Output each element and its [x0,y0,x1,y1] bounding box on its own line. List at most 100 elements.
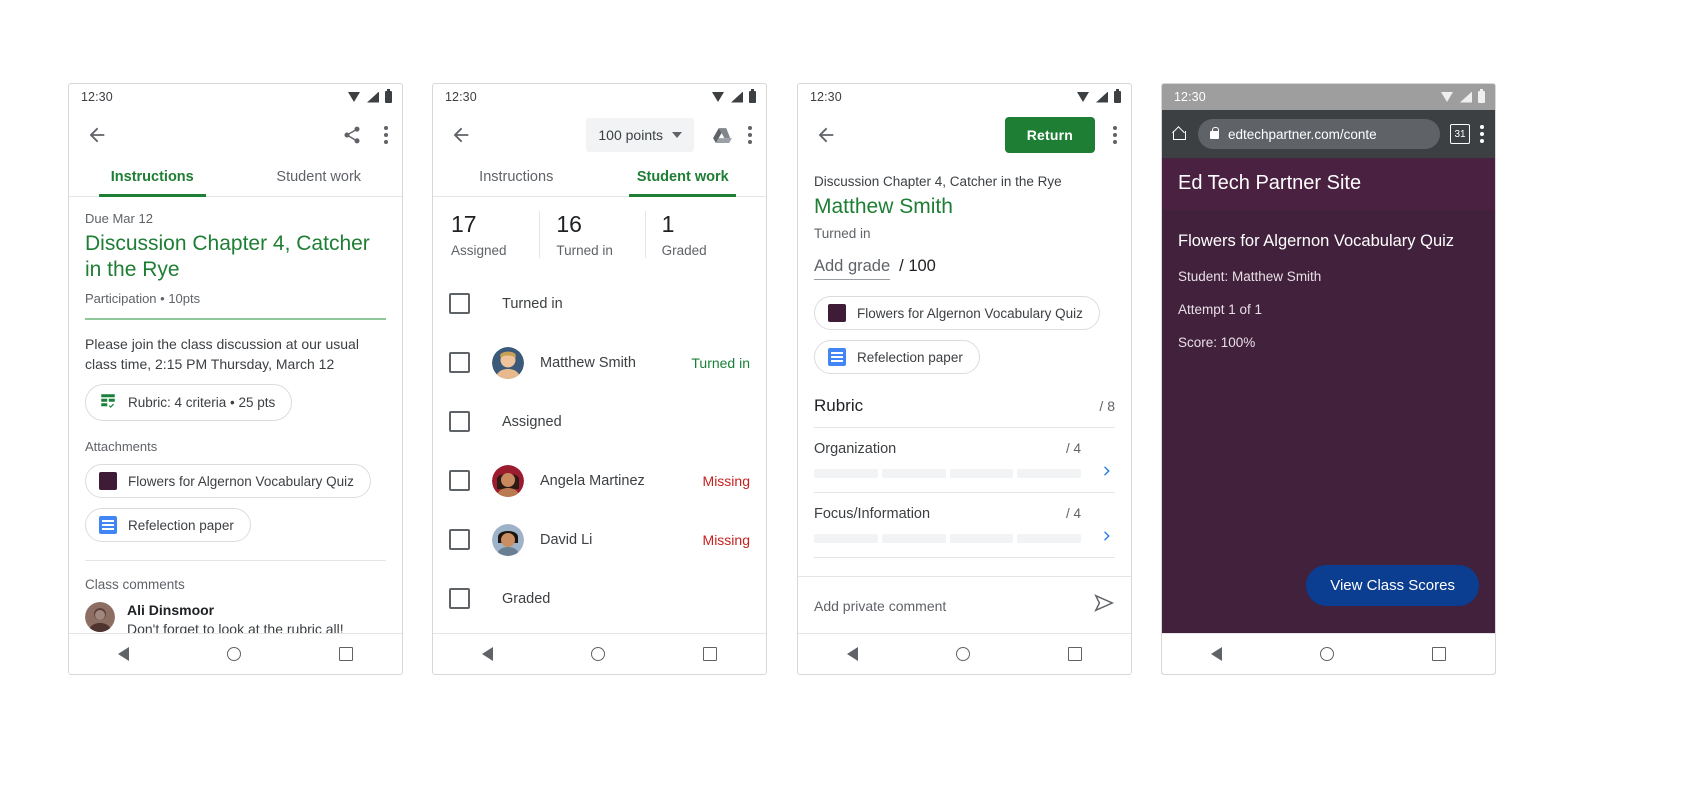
back-arrow-icon[interactable] [447,121,475,149]
home-nav-icon[interactable] [1320,647,1334,661]
tab-student-work[interactable]: Student work [236,160,403,196]
list-item[interactable]: David Li Missing [449,510,750,569]
student-name: Matthew Smith [814,195,953,218]
assignment-details: Due Mar 12 Discussion Chapter 4, Catcher… [69,211,402,639]
checkbox[interactable] [449,529,470,550]
checkbox[interactable] [449,588,470,609]
list-group-turned-in[interactable]: Turned in [449,274,750,333]
grade-total: / 100 [899,257,936,275]
status-bar: 12:30 [1162,84,1495,110]
checkbox[interactable] [449,411,470,432]
back-nav-icon[interactable] [1211,647,1222,661]
back-arrow-icon[interactable] [812,121,840,149]
attachment-reflection[interactable]: Refelection paper [814,340,980,374]
criterion-points: / 4 [1065,441,1081,456]
more-vert-icon[interactable] [748,126,752,144]
share-icon[interactable] [338,121,366,149]
wifi-icon [348,92,361,102]
back-nav-icon[interactable] [118,647,129,661]
detail-score: Score: 100% [1178,335,1256,350]
detail-student: Student: Matthew Smith [1178,269,1322,284]
criterion-levels [814,534,1115,543]
wifi-icon [1441,92,1454,102]
avatar [492,523,524,556]
app-bar: 100 points [433,110,766,160]
list-item[interactable]: Matthew Smith Turned in [449,333,750,392]
tab-instructions[interactable]: Instructions [433,160,600,196]
tab-instructions[interactable]: Instructions [69,160,236,197]
app-bar: Return [798,110,1131,160]
home-icon[interactable] [1173,127,1188,141]
back-arrow-icon[interactable] [83,121,111,149]
home-nav-icon[interactable] [591,647,605,661]
stat-assigned[interactable]: 17 Assigned [449,211,539,258]
green-divider [85,318,386,320]
section-divider [85,560,386,561]
status-bar: 12:30 [433,84,766,110]
grading-details: Discussion Chapter 4, Catcher in the Rye… [798,174,1131,558]
rubric-criterion-organization[interactable]: Organization / 4 [814,428,1115,478]
checkbox[interactable] [449,470,470,491]
criterion-levels [814,469,1115,478]
status-time: 12:30 [810,90,842,104]
avatar [492,464,524,497]
recents-nav-icon[interactable] [339,647,353,661]
browser-toolbar: edtechpartner.com/conte 31 [1162,110,1495,158]
rubric-criterion-focus[interactable]: Focus/Information / 4 [814,493,1115,543]
list-group-graded[interactable]: Graded [449,569,750,628]
more-vert-icon[interactable] [384,126,388,144]
recents-nav-icon[interactable] [1068,647,1082,661]
tab-student-work[interactable]: Student work [600,160,767,197]
list-group-assigned[interactable]: Assigned [449,392,750,451]
home-nav-icon[interactable] [227,647,241,661]
group-label: Turned in [502,295,563,312]
attachment-reflection[interactable]: Refelection paper [85,508,251,542]
attachment-quiz[interactable]: Flowers for Algernon Vocabulary Quiz [85,464,371,498]
send-icon[interactable] [1093,592,1115,619]
rubric-chip[interactable]: Rubric: 4 criteria • 25 pts [85,384,293,421]
attachment-label: Refelection paper [857,349,963,365]
tab-bar: Instructions Student work [69,160,402,197]
chevron-right-icon[interactable] [1099,525,1115,551]
phone-browser: 12:30 edtechpartner.com/conte 31 Ed Tech… [1161,83,1496,675]
stat-value: 16 [556,211,582,237]
rubric-header: Rubric / 8 [814,396,1115,416]
rubric-chip-label: Rubric: 4 criteria • 25 pts [128,395,276,410]
class-comments-label: Class comments [85,577,185,592]
avatar [85,602,115,632]
list-item[interactable]: Angela Martinez Missing [449,451,750,510]
more-vert-icon[interactable] [1113,126,1117,144]
group-label: Assigned [502,413,562,430]
grade-input[interactable]: Add grade [814,257,891,280]
private-comment-bar[interactable]: Add private comment [798,576,1131,634]
battery-icon [1478,89,1485,103]
detail-attempt: Attempt 1 of 1 [1178,302,1263,317]
tab-count-icon[interactable]: 31 [1450,124,1470,144]
phone-assignment-instructions: 12:30 Instructions Student work Due Mar … [68,83,403,675]
tab-bar: Instructions Student work [433,160,766,197]
chevron-right-icon[interactable] [1099,460,1115,486]
more-vert-icon[interactable] [1480,125,1484,143]
view-class-scores-button[interactable]: View Class Scores [1306,565,1479,606]
status-time: 12:30 [81,90,113,104]
recents-nav-icon[interactable] [703,647,717,661]
return-button[interactable]: Return [1004,117,1095,153]
rubric-total: / 8 [1099,398,1115,414]
url-text: edtechpartner.com/conte [1228,126,1377,142]
points-dropdown[interactable]: 100 points [586,118,694,152]
recents-nav-icon[interactable] [1432,647,1446,661]
system-nav-bar [798,633,1131,674]
checkbox[interactable] [449,293,470,314]
checkbox[interactable] [449,352,470,373]
stat-turned-in[interactable]: 16 Turned in [539,211,644,258]
private-comment-input[interactable]: Add private comment [814,598,946,614]
stat-graded[interactable]: 1 Graded [644,211,750,258]
google-drive-icon[interactable] [708,121,736,149]
address-bar[interactable]: edtechpartner.com/conte [1198,119,1440,149]
back-nav-icon[interactable] [847,647,858,661]
student-name: Angela Martinez [540,472,645,489]
attachment-quiz[interactable]: Flowers for Algernon Vocabulary Quiz [814,296,1100,330]
signal-icon [731,91,743,103]
home-nav-icon[interactable] [956,647,970,661]
back-nav-icon[interactable] [482,647,493,661]
